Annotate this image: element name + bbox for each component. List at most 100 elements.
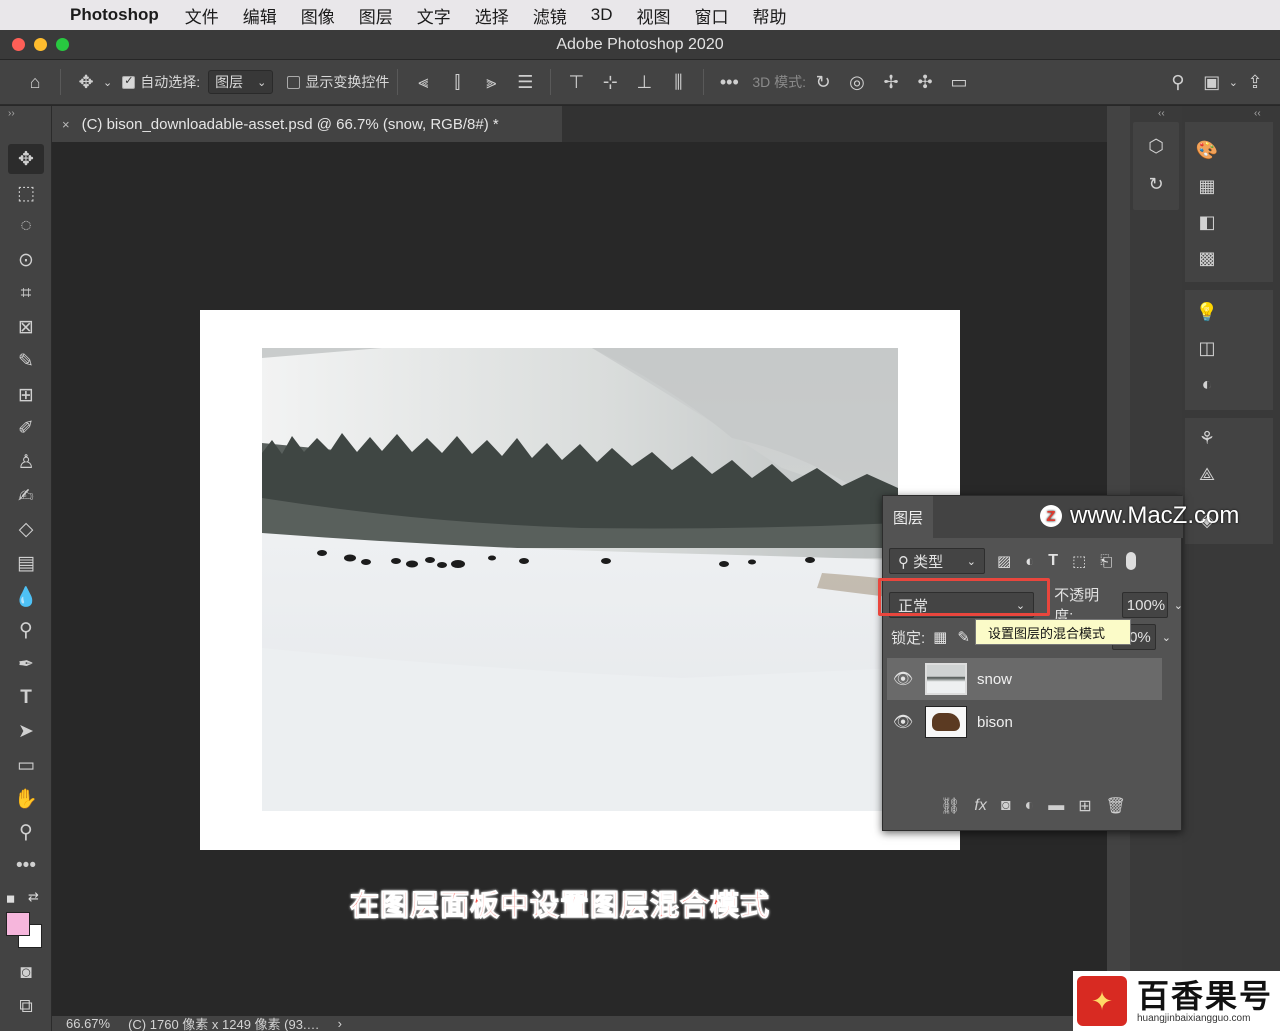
marquee-icon[interactable]: ⬚ xyxy=(8,178,44,208)
auto-select-target-dropdown[interactable]: 图层 ⌄ xyxy=(208,70,274,94)
share-icon[interactable]: ⇪ xyxy=(1238,68,1272,96)
paths-panel-icon[interactable]: ⟁ xyxy=(1192,464,1222,485)
opacity-input[interactable]: 100% xyxy=(1121,592,1168,618)
color-panel-icon[interactable]: 🎨 xyxy=(1192,140,1222,161)
lock-pixels-icon[interactable]: ✎ xyxy=(957,628,970,646)
search-icon[interactable]: ⚲ xyxy=(1161,68,1195,96)
lock-transparent-icon[interactable]: ▦ xyxy=(933,628,947,646)
menu-item-layer[interactable]: 图层 xyxy=(359,3,393,28)
foreground-color-swatch[interactable] xyxy=(6,912,30,936)
filter-shape-icon[interactable]: ⬚ xyxy=(1072,552,1086,570)
learn-panel-icon[interactable]: 💡 xyxy=(1192,302,1222,323)
dodge-icon[interactable]: ⚲ xyxy=(8,615,44,645)
healing-icon[interactable]: ⊞ xyxy=(8,380,44,410)
collapse-dock-icon[interactable]: ‹‹ xyxy=(1158,108,1165,119)
layer-row-bison[interactable]: 👁 bison xyxy=(887,701,1162,743)
patterns-panel-icon[interactable]: ▩ xyxy=(1192,248,1222,269)
brush-icon[interactable]: ✐ xyxy=(8,413,44,443)
layer-filter-dropdown[interactable]: ⚲ 类型 ⌄ xyxy=(889,548,985,574)
3d-roll-icon[interactable]: ◎ xyxy=(840,68,874,96)
screen-mode-icon[interactable]: ⧉ xyxy=(8,992,44,1022)
status-menu-arrow[interactable]: › xyxy=(338,1016,342,1031)
layer-name-snow[interactable]: snow xyxy=(977,671,1012,688)
menu-item-window[interactable]: 窗口 xyxy=(695,3,729,28)
workspace-icon[interactable]: ▣ xyxy=(1195,68,1229,96)
document-tab[interactable]: × (C) bison_downloadable-asset.psd @ 66.… xyxy=(52,106,562,142)
opacity-chevron-icon[interactable]: ⌄ xyxy=(1174,599,1183,612)
channels-panel-icon[interactable]: ⚘ xyxy=(1192,428,1222,449)
lasso-icon[interactable]: ◌ xyxy=(8,211,44,241)
filter-adjustment-icon[interactable]: ◐ xyxy=(1025,553,1034,570)
move-icon[interactable]: ✥ xyxy=(8,144,44,174)
chevron-down-icon[interactable]: ⌄ xyxy=(1229,76,1238,89)
eyedropper-icon[interactable]: ✎ xyxy=(8,346,44,376)
move-tool-preset-icon[interactable]: ✥ xyxy=(69,68,103,96)
collapse-dock-icon[interactable]: ‹‹ xyxy=(1254,108,1261,119)
menu-item-help[interactable]: 帮助 xyxy=(753,3,787,28)
align-middle-icon[interactable]: ⊹ xyxy=(593,68,627,96)
filter-toggle[interactable] xyxy=(1126,552,1137,570)
zoom-level[interactable]: 66.67% xyxy=(66,1016,110,1031)
blur-icon[interactable]: 💧 xyxy=(8,582,44,612)
eraser-icon[interactable]: ◇ xyxy=(8,514,44,544)
swatches-panel-icon[interactable]: ▦ xyxy=(1192,176,1222,197)
pen-icon[interactable]: ✒ xyxy=(8,649,44,679)
new-adjustment-icon[interactable]: ◐ xyxy=(1025,797,1035,815)
fill-chevron-icon[interactable]: ⌄ xyxy=(1162,631,1171,644)
menu-item-file[interactable]: 文件 xyxy=(185,3,219,28)
distribute-vertical-icon[interactable]: ☰ xyxy=(508,68,542,96)
type-icon[interactable]: T xyxy=(8,683,44,713)
gradient-icon[interactable]: ▤ xyxy=(8,548,44,578)
gradients-panel-icon[interactable]: ◧ xyxy=(1192,212,1222,233)
visibility-eye-icon[interactable]: 👁 xyxy=(887,712,919,732)
swap-colors-icon[interactable]: ⇄ xyxy=(28,889,39,905)
filter-smart-object-icon[interactable]: ⎗ xyxy=(1100,553,1112,570)
new-group-icon[interactable]: ▬ xyxy=(1048,797,1064,815)
3d-slide-icon[interactable]: ✣ xyxy=(908,68,942,96)
3d-panel-icon[interactable]: ⬡ xyxy=(1141,136,1171,157)
hand-icon[interactable]: ✋ xyxy=(8,784,44,814)
zoom-icon[interactable]: ⚲ xyxy=(8,817,44,847)
align-left-icon[interactable]: ⫷ xyxy=(406,68,440,96)
rectangle-icon[interactable]: ▭ xyxy=(8,750,44,780)
menu-item-image[interactable]: 图像 xyxy=(301,3,335,28)
menu-item-3d[interactable]: 3D xyxy=(591,5,613,25)
history-panel-icon[interactable]: ↻ xyxy=(1141,174,1171,195)
filter-type-icon[interactable]: T xyxy=(1048,552,1058,570)
more-icon[interactable]: ••• xyxy=(8,851,44,881)
add-mask-icon[interactable]: ◙ xyxy=(1001,797,1011,815)
path-select-icon[interactable]: ➤ xyxy=(8,716,44,746)
libraries-panel-icon[interactable]: ◫ xyxy=(1192,338,1222,359)
menu-item-type[interactable]: 文字 xyxy=(417,3,451,28)
align-top-icon[interactable]: ⊤ xyxy=(559,68,593,96)
adjustments-panel-icon[interactable]: ◐ xyxy=(1192,374,1222,395)
default-colors-icon[interactable]: ◼ xyxy=(6,892,15,905)
menu-app-name[interactable]: Photoshop xyxy=(70,5,159,25)
visibility-eye-icon[interactable]: 👁 xyxy=(887,669,919,689)
delete-layer-icon[interactable]: 🗑 xyxy=(1106,796,1126,816)
zoom-window-button[interactable] xyxy=(56,38,69,51)
minimize-window-button[interactable] xyxy=(34,38,47,51)
more-options-icon[interactable]: ••• xyxy=(712,68,746,96)
new-layer-icon[interactable]: ⊞ xyxy=(1078,796,1091,816)
layer-style-icon[interactable]: fx xyxy=(974,797,986,815)
close-window-button[interactable] xyxy=(12,38,25,51)
history-brush-icon[interactable]: ✍ xyxy=(8,481,44,511)
align-right-icon[interactable]: ⫸ xyxy=(474,68,508,96)
align-center-icon[interactable]: ⫿ xyxy=(440,68,474,96)
frame-icon[interactable]: ⊠ xyxy=(8,312,44,342)
close-tab-icon[interactable]: × xyxy=(62,117,70,132)
menu-item-edit[interactable]: 编辑 xyxy=(243,3,277,28)
3d-pan-icon[interactable]: ✢ xyxy=(874,68,908,96)
home-icon[interactable]: ⌂ xyxy=(18,68,52,96)
3d-camera-icon[interactable]: ▭ xyxy=(942,68,976,96)
quick-mask-icon[interactable]: ◙ xyxy=(8,958,44,988)
layer-name-bison[interactable]: bison xyxy=(977,714,1013,731)
auto-select-checkbox[interactable] xyxy=(122,74,136,89)
menu-item-filter[interactable]: 滤镜 xyxy=(533,3,567,28)
layer-row-snow[interactable]: 👁 snow xyxy=(887,658,1162,700)
quick-select-icon[interactable]: ⊙ xyxy=(8,245,44,275)
distribute-horizontal-icon[interactable]: ⫼ xyxy=(661,68,695,96)
menu-item-view[interactable]: 视图 xyxy=(637,3,671,28)
link-layers-icon[interactable]: ⛓ xyxy=(940,796,960,816)
